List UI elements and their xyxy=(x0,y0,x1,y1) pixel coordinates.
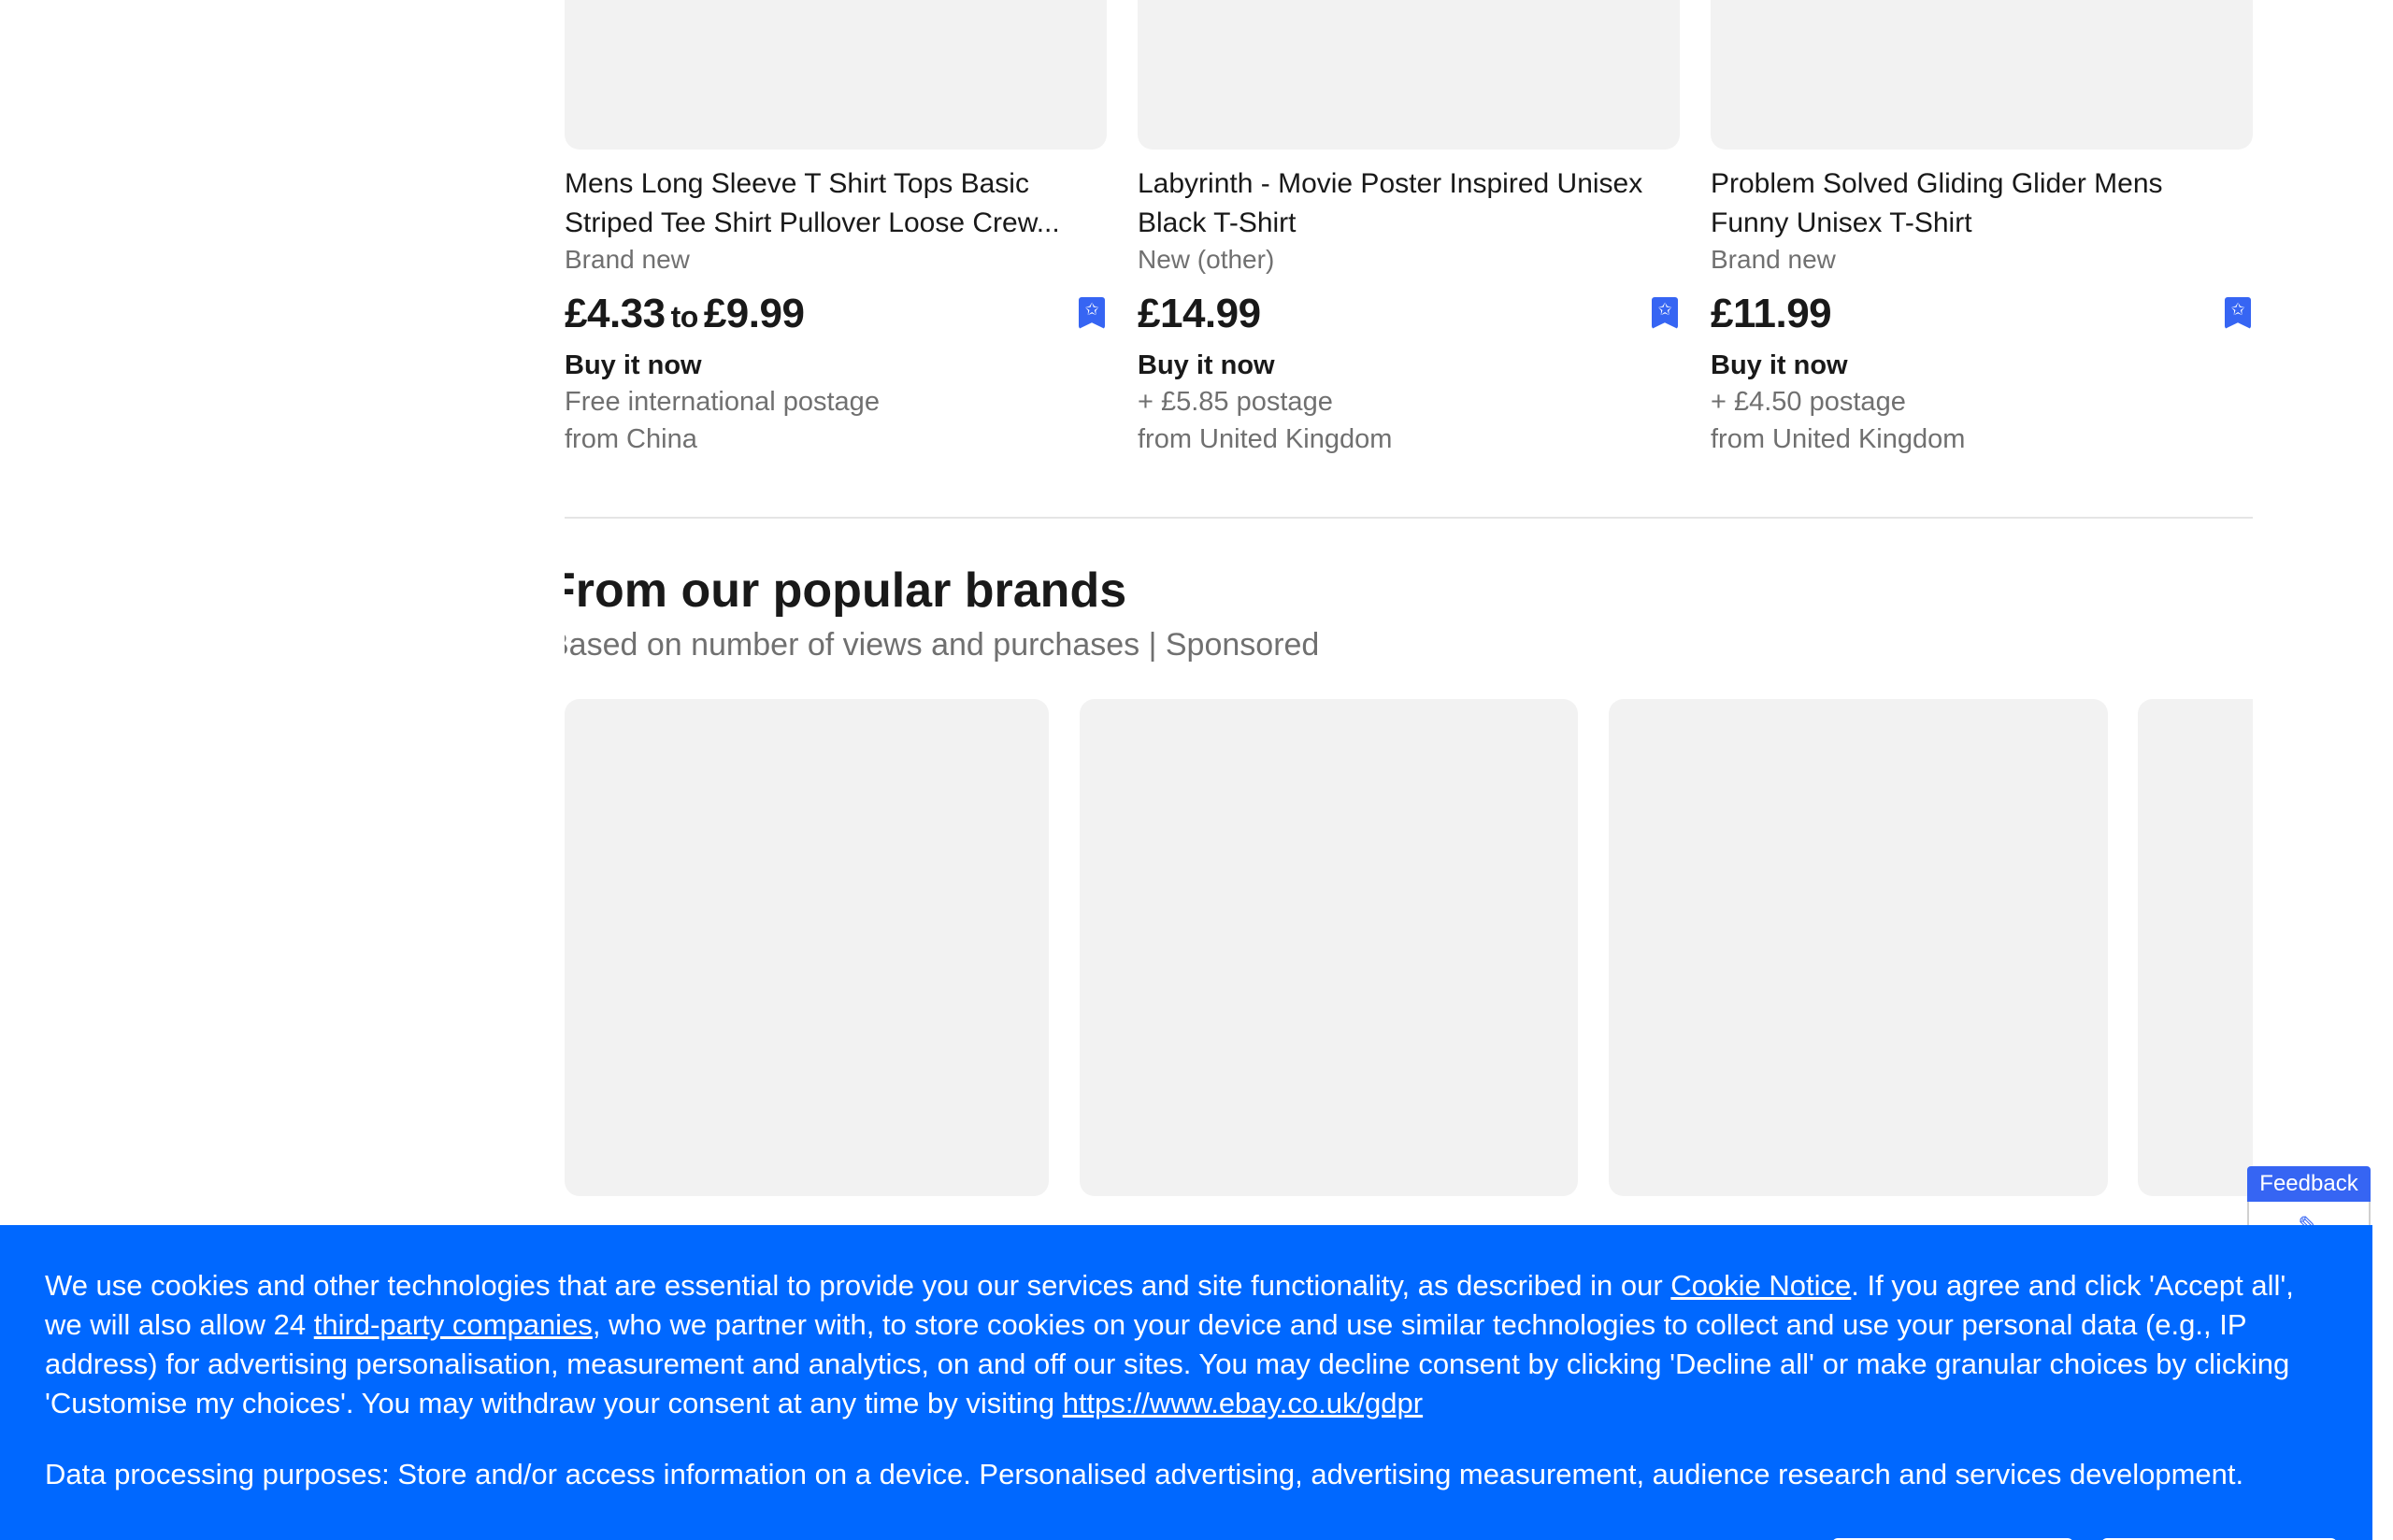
watchlist-icon[interactable]: ✩ xyxy=(2225,297,2251,329)
price-low: £4.33 xyxy=(565,291,666,336)
watchlist-icon[interactable]: ✩ xyxy=(1652,297,1678,329)
shipping-cost: + £5.85 postage xyxy=(1138,387,1333,417)
product-price: £11.99 xyxy=(1711,291,1832,336)
product-title-line[interactable]: Funny Unisex T-Shirt xyxy=(1711,204,2253,243)
page: Mens Long Sleeve T Shirt Tops Basic Stri… xyxy=(0,0,2393,1540)
gdpr-link[interactable]: https://www.ebay.co.uk/gdpr xyxy=(1063,1387,1423,1419)
product-title-line[interactable]: Black T-Shirt xyxy=(1138,204,1680,243)
shipping-cost: + £4.50 postage xyxy=(1711,387,1906,417)
product-title-line[interactable]: Problem Solved Gliding Glider Mens xyxy=(1711,164,2253,204)
item-location: from United Kingdom xyxy=(1711,424,1966,454)
product-card[interactable]: Mens Long Sleeve T Shirt Tops Basic Stri… xyxy=(565,0,1107,458)
product-condition: Brand new xyxy=(565,245,690,274)
brand-card[interactable] xyxy=(565,699,1049,1196)
brand-card[interactable] xyxy=(1609,699,2108,1196)
product-image-placeholder[interactable] xyxy=(1138,0,1680,150)
cookie-banner: We use cookies and other technologies th… xyxy=(0,1225,2372,1540)
product-title-line[interactable]: Labyrinth - Movie Poster Inspired Unisex xyxy=(1138,164,1680,204)
carousel-left-mask xyxy=(0,551,565,682)
product-title-line[interactable]: Mens Long Sleeve T Shirt Tops Basic xyxy=(565,164,1107,204)
buy-format: Buy it now xyxy=(1711,350,1848,380)
section-divider xyxy=(565,517,2253,519)
product-card[interactable]: Problem Solved Gliding Glider Mens Funny… xyxy=(1711,0,2253,458)
product-title[interactable]: Mens Long Sleeve T Shirt Tops Basic Stri… xyxy=(565,164,1107,243)
product-condition: Brand new xyxy=(1711,245,1836,274)
data-processing-purposes: Data processing purposes: Store and/or a… xyxy=(45,1458,2244,1490)
product-image-placeholder[interactable] xyxy=(565,0,1107,150)
price-row: £14.99 ✩ xyxy=(1138,288,1680,342)
cookie-consent-text: We use cookies and other technologies th… xyxy=(45,1266,2326,1423)
buy-format: Buy it now xyxy=(1138,350,1275,380)
price-range-separator: to xyxy=(670,300,699,334)
shipping-cost: Free international postage xyxy=(565,387,880,417)
carousel-right-mask xyxy=(2253,692,2393,1215)
product-image-placeholder[interactable] xyxy=(1711,0,2253,150)
item-location: from China xyxy=(565,424,697,454)
feedback-button[interactable]: Feedback xyxy=(2247,1166,2371,1202)
cookie-notice-link[interactable]: Cookie Notice xyxy=(1670,1269,1851,1302)
buy-format: Buy it now xyxy=(565,350,702,380)
third-party-companies-link[interactable]: third-party companies xyxy=(314,1308,593,1341)
product-title-line[interactable]: Striped Tee Shirt Pullover Loose Crew... xyxy=(565,204,1107,243)
section-subtitle: Based on number of views and purchases |… xyxy=(548,627,1320,663)
product-price: £4.33 to £9.99 xyxy=(565,291,805,336)
product-title[interactable]: Labyrinth - Movie Poster Inspired Unisex… xyxy=(1138,164,1680,243)
section-title: From our popular brands xyxy=(546,563,1127,618)
product-price: £14.99 xyxy=(1138,291,1261,336)
price-row: £4.33 to £9.99 ✩ xyxy=(565,288,1107,342)
brand-card[interactable] xyxy=(1080,699,1578,1196)
product-title[interactable]: Problem Solved Gliding Glider Mens Funny… xyxy=(1711,164,2253,243)
cookie-text-part: We use cookies and other technologies th… xyxy=(45,1269,1671,1302)
price-row: £11.99 ✩ xyxy=(1711,288,2253,342)
product-card[interactable]: Labyrinth - Movie Poster Inspired Unisex… xyxy=(1138,0,1680,458)
price-high: £9.99 xyxy=(703,291,805,336)
item-location: from United Kingdom xyxy=(1138,424,1393,454)
watchlist-icon[interactable]: ✩ xyxy=(1079,297,1105,329)
product-condition: New (other) xyxy=(1138,245,1275,274)
